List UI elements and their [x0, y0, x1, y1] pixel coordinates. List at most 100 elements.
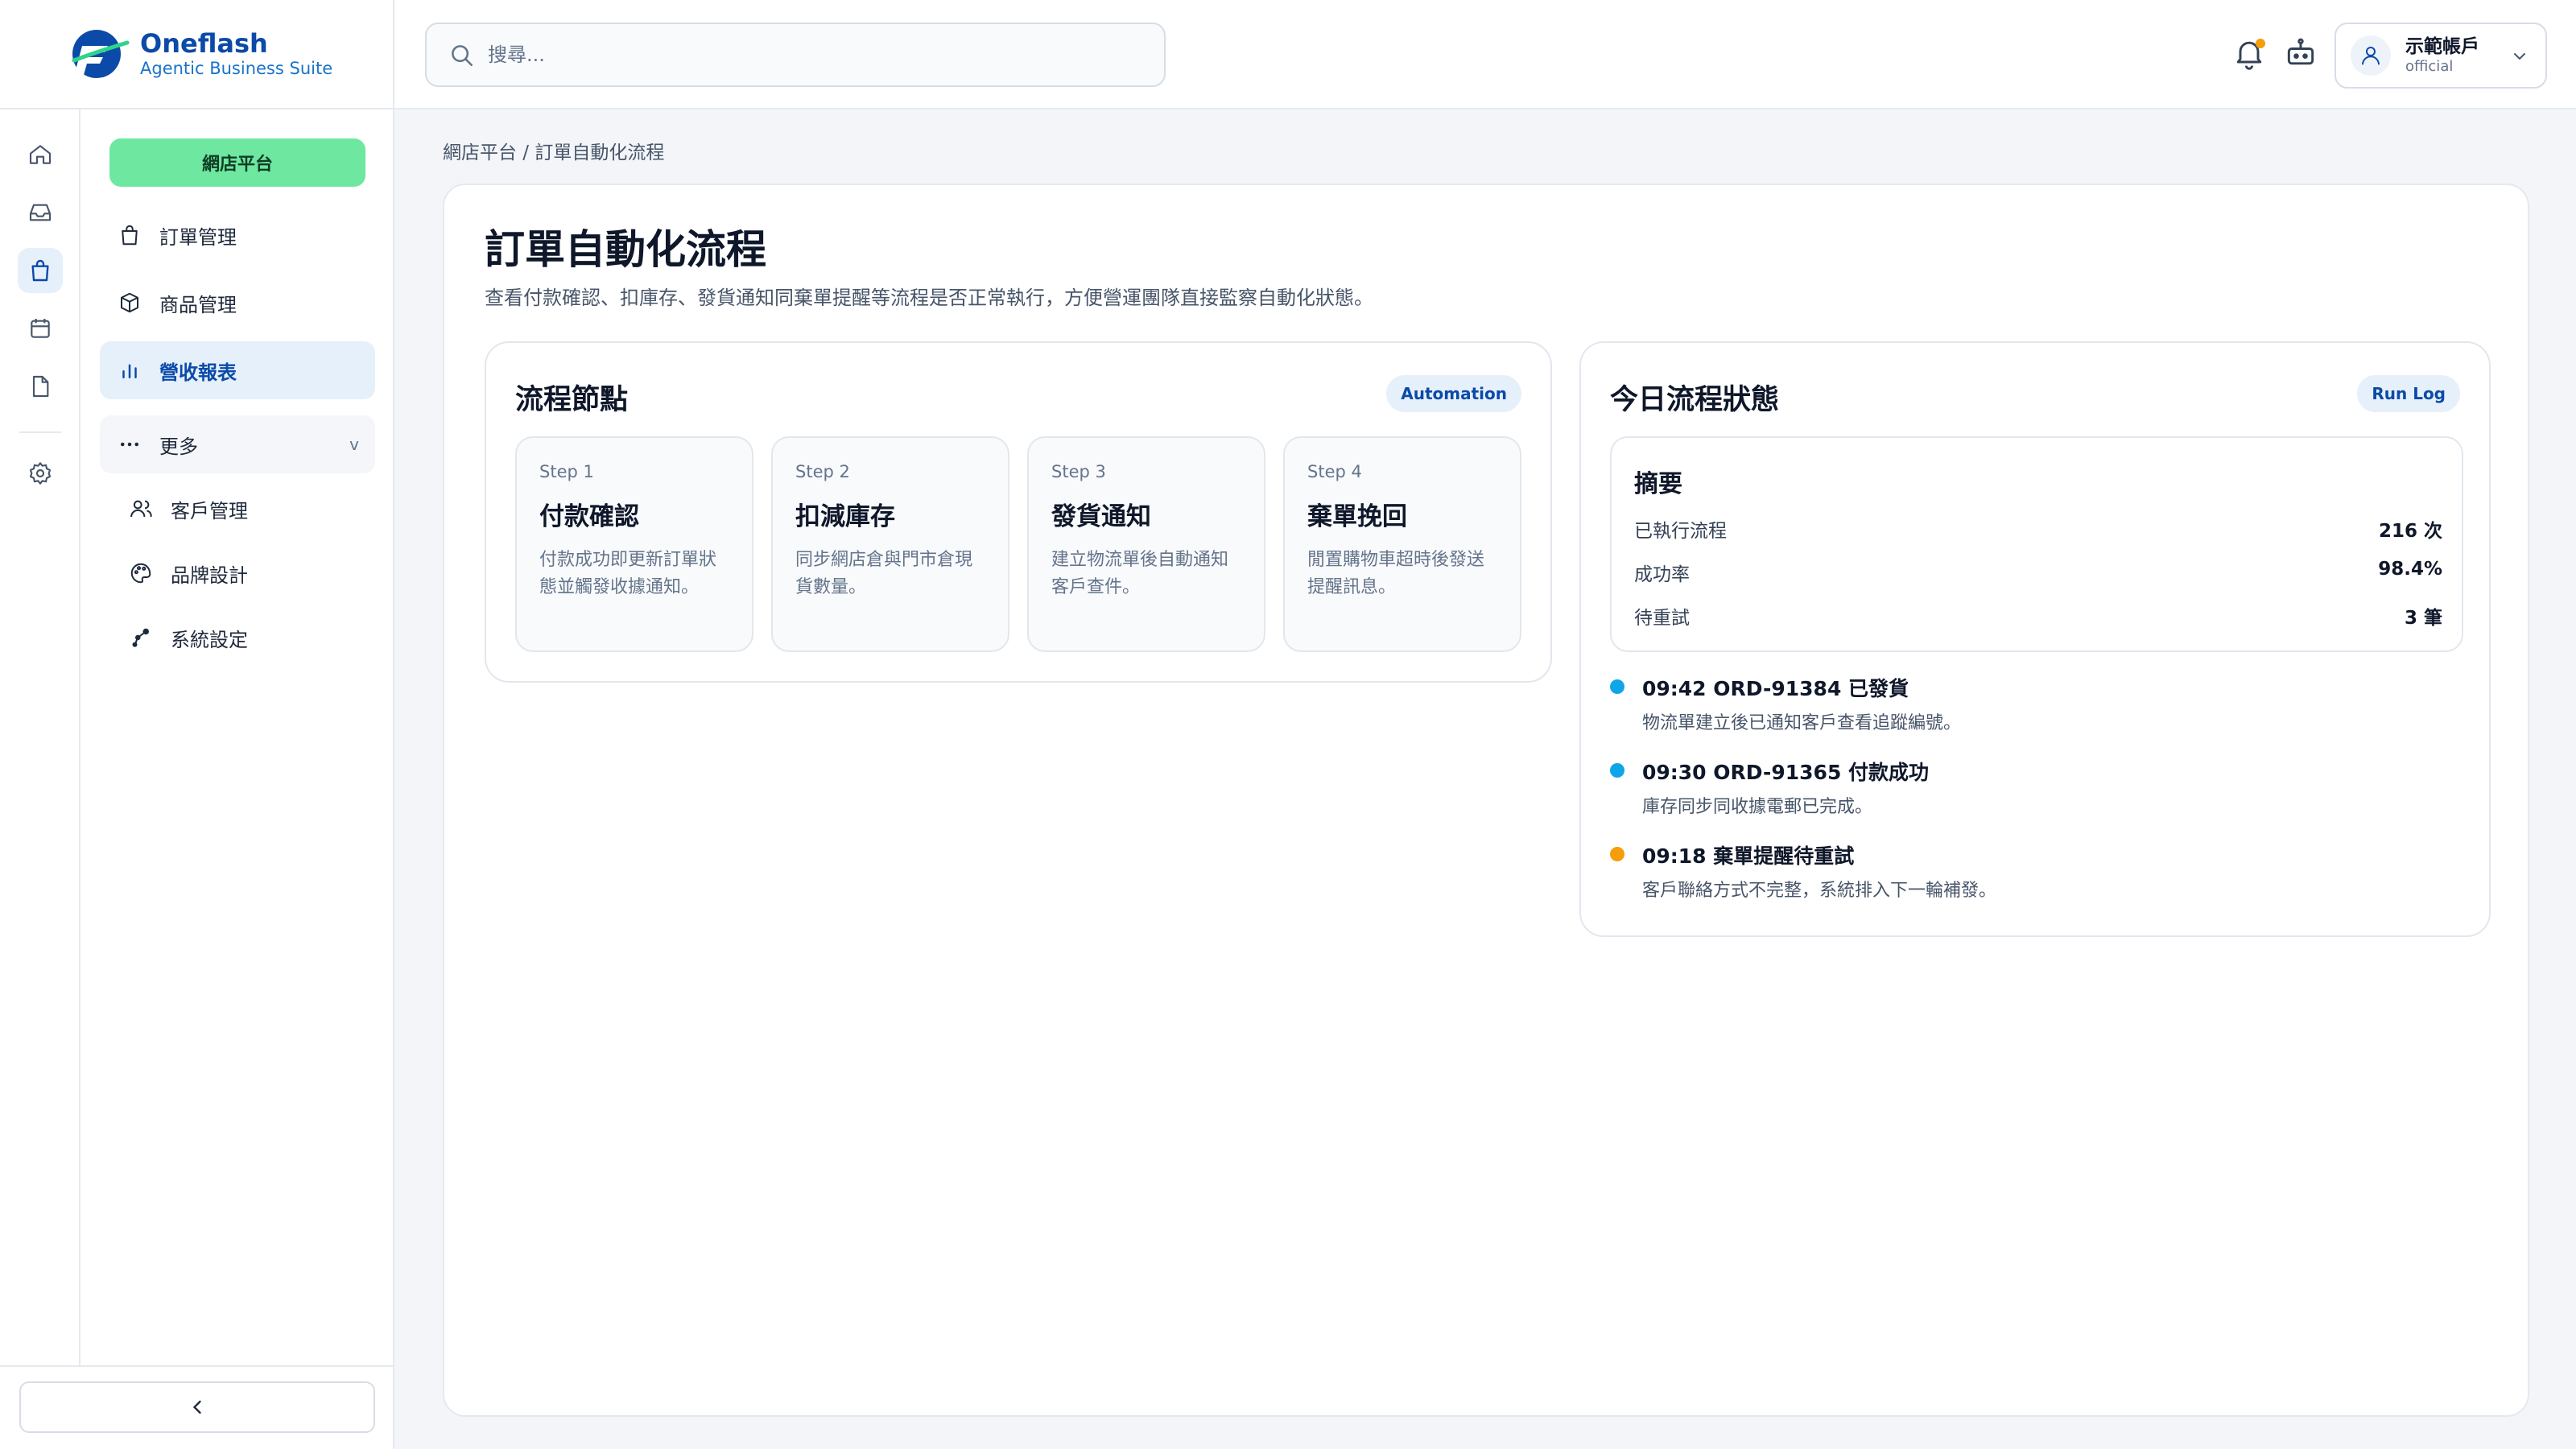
status-dot — [1610, 847, 1624, 861]
avatar — [2351, 35, 2391, 76]
step-number: Step 1 — [539, 462, 594, 481]
notifications-button[interactable] — [2231, 35, 2267, 71]
step-number: Step 2 — [795, 462, 850, 481]
step-title: 棄單挽回 — [1307, 502, 1407, 531]
icon-rail — [0, 109, 80, 1365]
search-input[interactable] — [488, 43, 1116, 66]
summary-row: 成功率 98.4% — [1634, 559, 2442, 586]
step-title: 扣減庫存 — [795, 502, 895, 531]
rail-divider — [19, 431, 61, 433]
sidebar-item-label: 商品管理 — [159, 293, 237, 316]
user-icon — [2362, 47, 2380, 65]
step-title: 付款確認 — [539, 502, 639, 531]
event-description: 客戶聯絡方式不完整，系統排入下一輪補發。 — [1642, 881, 1997, 901]
summary-label: 待重試 — [1634, 608, 1690, 629]
chevron-down-icon — [2514, 53, 2525, 60]
search-box[interactable] — [425, 23, 1166, 87]
sidebar-item-more[interactable]: 更多 v — [100, 415, 375, 473]
shopping-bag-icon — [31, 259, 49, 282]
step-description: 閒置購物車超時後發送提醒訊息。 — [1307, 550, 1485, 597]
summary-value: 216 次 — [2378, 521, 2442, 542]
sidebar-item-revenue[interactable]: 營收報表 — [100, 341, 375, 399]
today-status-title: 今日流程狀態 — [1610, 384, 1780, 416]
sidebar-item-label: 品牌設計 — [171, 564, 248, 587]
rail-file-button[interactable] — [18, 364, 63, 409]
more-dots-icon — [121, 442, 138, 447]
brand-tagline: Agentic Business Suite — [140, 59, 333, 78]
account-name: 示範帳戶 — [2405, 36, 2479, 57]
summary-row: 已執行流程 216 次 — [1634, 515, 2442, 543]
sidebar-item-label: 訂單管理 — [159, 225, 237, 249]
users-icon — [130, 500, 152, 518]
rail-inbox-button[interactable] — [18, 190, 63, 235]
assistant-bot-button[interactable] — [2283, 35, 2318, 71]
flow-step-card[interactable]: Step 3 發貨通知 建立物流單後自動通知客戶查件。 — [1027, 436, 1265, 652]
brand-logo[interactable]: Oneflash Agentic Business Suite — [0, 0, 394, 109]
sidebar-item-brand-design[interactable]: 品牌設計 — [100, 544, 375, 602]
run-log-badge[interactable]: Run Log — [2357, 375, 2460, 412]
step-description: 付款成功即更新訂單狀態並觸發收據通知。 — [539, 550, 717, 597]
nav-primary-button[interactable]: 網店平台 — [109, 138, 365, 187]
robot-icon — [2287, 38, 2314, 65]
gear-icon — [29, 462, 52, 485]
sidebar-item-label: 更多 — [159, 435, 198, 458]
sidebar-item-customers[interactable]: 客戶管理 — [100, 480, 375, 538]
flow-step-card[interactable]: Step 4 棄單挽回 閒置購物車超時後發送提醒訊息。 — [1283, 436, 1521, 652]
sidebar-item-label: 營收報表 — [159, 361, 237, 384]
collapse-sidebar-button[interactable] — [19, 1381, 375, 1433]
event-description: 物流單建立後已通知客戶查看追蹤編號。 — [1642, 713, 1962, 733]
chevron-down-icon: v — [349, 435, 359, 454]
summary-label: 已執行流程 — [1634, 521, 1727, 542]
notification-dot — [2256, 39, 2265, 48]
rail-home-button[interactable] — [18, 132, 63, 177]
rail-settings-button[interactable] — [18, 451, 63, 496]
main-panel: 訂單自動化流程 查看付款確認、扣庫存、發貨通知同棄單提醒等流程是否正常執行，方便… — [443, 184, 2529, 1417]
flow-nodes-title: 流程節點 — [515, 384, 629, 416]
sidebar-item-products[interactable]: 商品管理 — [100, 274, 375, 332]
page-title: 訂單自動化流程 — [485, 226, 766, 273]
summary-title: 摘要 — [1634, 470, 1682, 498]
bar-chart-icon — [122, 364, 137, 378]
palette-icon — [130, 563, 151, 584]
flow-nodes-card: 流程節點 Automation Step 1 付款確認 付款成功即更新訂單狀態並… — [485, 341, 1552, 683]
status-dot — [1610, 763, 1624, 778]
event-title: 09:42 ORD-91384 已發貨 — [1642, 677, 1909, 700]
summary-label: 成功率 — [1634, 564, 1690, 585]
summary-box: 摘要 已執行流程 216 次 成功率 98.4% 待重試 3 筆 — [1610, 436, 2463, 652]
event-description: 庫存同步同收據電郵已完成。 — [1642, 797, 1873, 817]
event-title: 09:18 棄單提醒待重試 — [1642, 844, 1855, 868]
step-title: 發貨通知 — [1051, 502, 1151, 531]
rail-shop-button[interactable] — [18, 248, 63, 293]
sidebar-item-orders[interactable]: 訂單管理 — [100, 206, 375, 264]
summary-row: 待重試 3 筆 — [1634, 602, 2442, 630]
status-dot — [1610, 679, 1624, 694]
shopping-bag-icon — [122, 225, 138, 246]
rail-calendar-button[interactable] — [18, 306, 63, 351]
box-icon — [121, 292, 138, 313]
home-icon — [29, 145, 52, 164]
brand-name: Oneflash — [140, 28, 268, 59]
inbox-icon — [29, 204, 52, 221]
automation-badge: Automation — [1386, 375, 1521, 412]
top-bar: 示範帳戶 official — [394, 0, 2576, 109]
step-description: 建立物流單後自動通知客戶查件。 — [1051, 550, 1229, 597]
sidebar-item-label: 系統設定 — [171, 628, 248, 651]
calendar-icon — [31, 319, 50, 338]
sidebar-item-system-settings[interactable]: 系統設定 — [100, 609, 375, 667]
step-number: Step 4 — [1307, 462, 1362, 481]
oneflash-logo-icon — [72, 30, 130, 78]
account-menu[interactable]: 示範帳戶 official — [2334, 23, 2547, 89]
file-icon — [32, 375, 49, 398]
event-title: 09:30 ORD-91365 付款成功 — [1642, 761, 1930, 784]
step-number: Step 3 — [1051, 462, 1106, 481]
account-role: official — [2405, 58, 2454, 75]
sidebar: Oneflash Agentic Business Suite 網店平台 訂單管… — [0, 0, 394, 1449]
flow-step-card[interactable]: Step 1 付款確認 付款成功即更新訂單狀態並觸發收據通知。 — [515, 436, 753, 652]
today-status-card: 今日流程狀態 Run Log 摘要 已執行流程 216 次 成功率 98.4% … — [1579, 341, 2491, 937]
settings-share-icon — [132, 628, 149, 647]
breadcrumb: 網店平台 / 訂單自動化流程 — [443, 142, 665, 163]
flow-step-card[interactable]: Step 2 扣減庫存 同步網店倉與門市倉現貨數量。 — [771, 436, 1009, 652]
sidebar-item-label: 客戶管理 — [171, 499, 248, 522]
summary-value: 98.4% — [2378, 559, 2442, 580]
summary-value: 3 筆 — [2404, 608, 2442, 629]
